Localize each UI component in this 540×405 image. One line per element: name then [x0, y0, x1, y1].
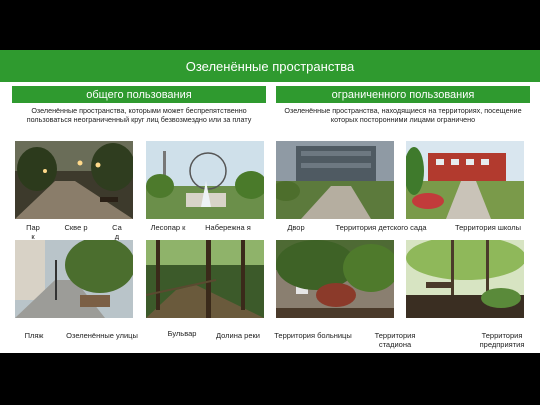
- boulevard-photo: [146, 240, 264, 318]
- yard-photo: [276, 141, 394, 219]
- label-enterprise: Территория предприятия: [479, 331, 525, 349]
- restricted-description: Озеленённые пространства, находящиеся на…: [284, 106, 522, 124]
- public-section-header: общего пользования: [12, 86, 266, 103]
- restricted-section-header: ограниченного пользования: [276, 86, 530, 103]
- label-hospital: Территория больницы: [274, 331, 352, 340]
- hospital-photo: [276, 240, 394, 318]
- label-school: Территория школы: [454, 223, 522, 232]
- enterprise-photo: [406, 240, 524, 318]
- label-forest-park: Лесопар к: [150, 223, 186, 232]
- label-green-streets: Озеленённые улицы: [66, 331, 138, 340]
- forest-park-photo: [146, 141, 264, 219]
- label-stadium: Территория стадиона: [374, 331, 416, 349]
- label-beach: Пляж: [24, 331, 44, 340]
- label-square: Скве р: [64, 223, 88, 232]
- bottom-black-band: [0, 353, 540, 405]
- slide-title: Озеленённые пространства: [0, 50, 540, 82]
- green-street-photo: [15, 240, 133, 318]
- label-river-valley: Долина реки: [216, 331, 260, 340]
- park-photo: [15, 141, 133, 219]
- label-kindergarten: Территория детского сада: [335, 223, 427, 232]
- label-boulevard: Бульвар: [167, 329, 197, 338]
- top-black-band: [0, 0, 540, 52]
- public-description: Озеленённые пространства, которыми может…: [26, 106, 252, 124]
- label-embankment: Набережна я: [205, 223, 251, 232]
- label-yard: Двор: [287, 223, 305, 232]
- label-garden: Са д: [112, 223, 122, 241]
- label-park: Пар к: [26, 223, 40, 241]
- school-photo: [406, 141, 524, 219]
